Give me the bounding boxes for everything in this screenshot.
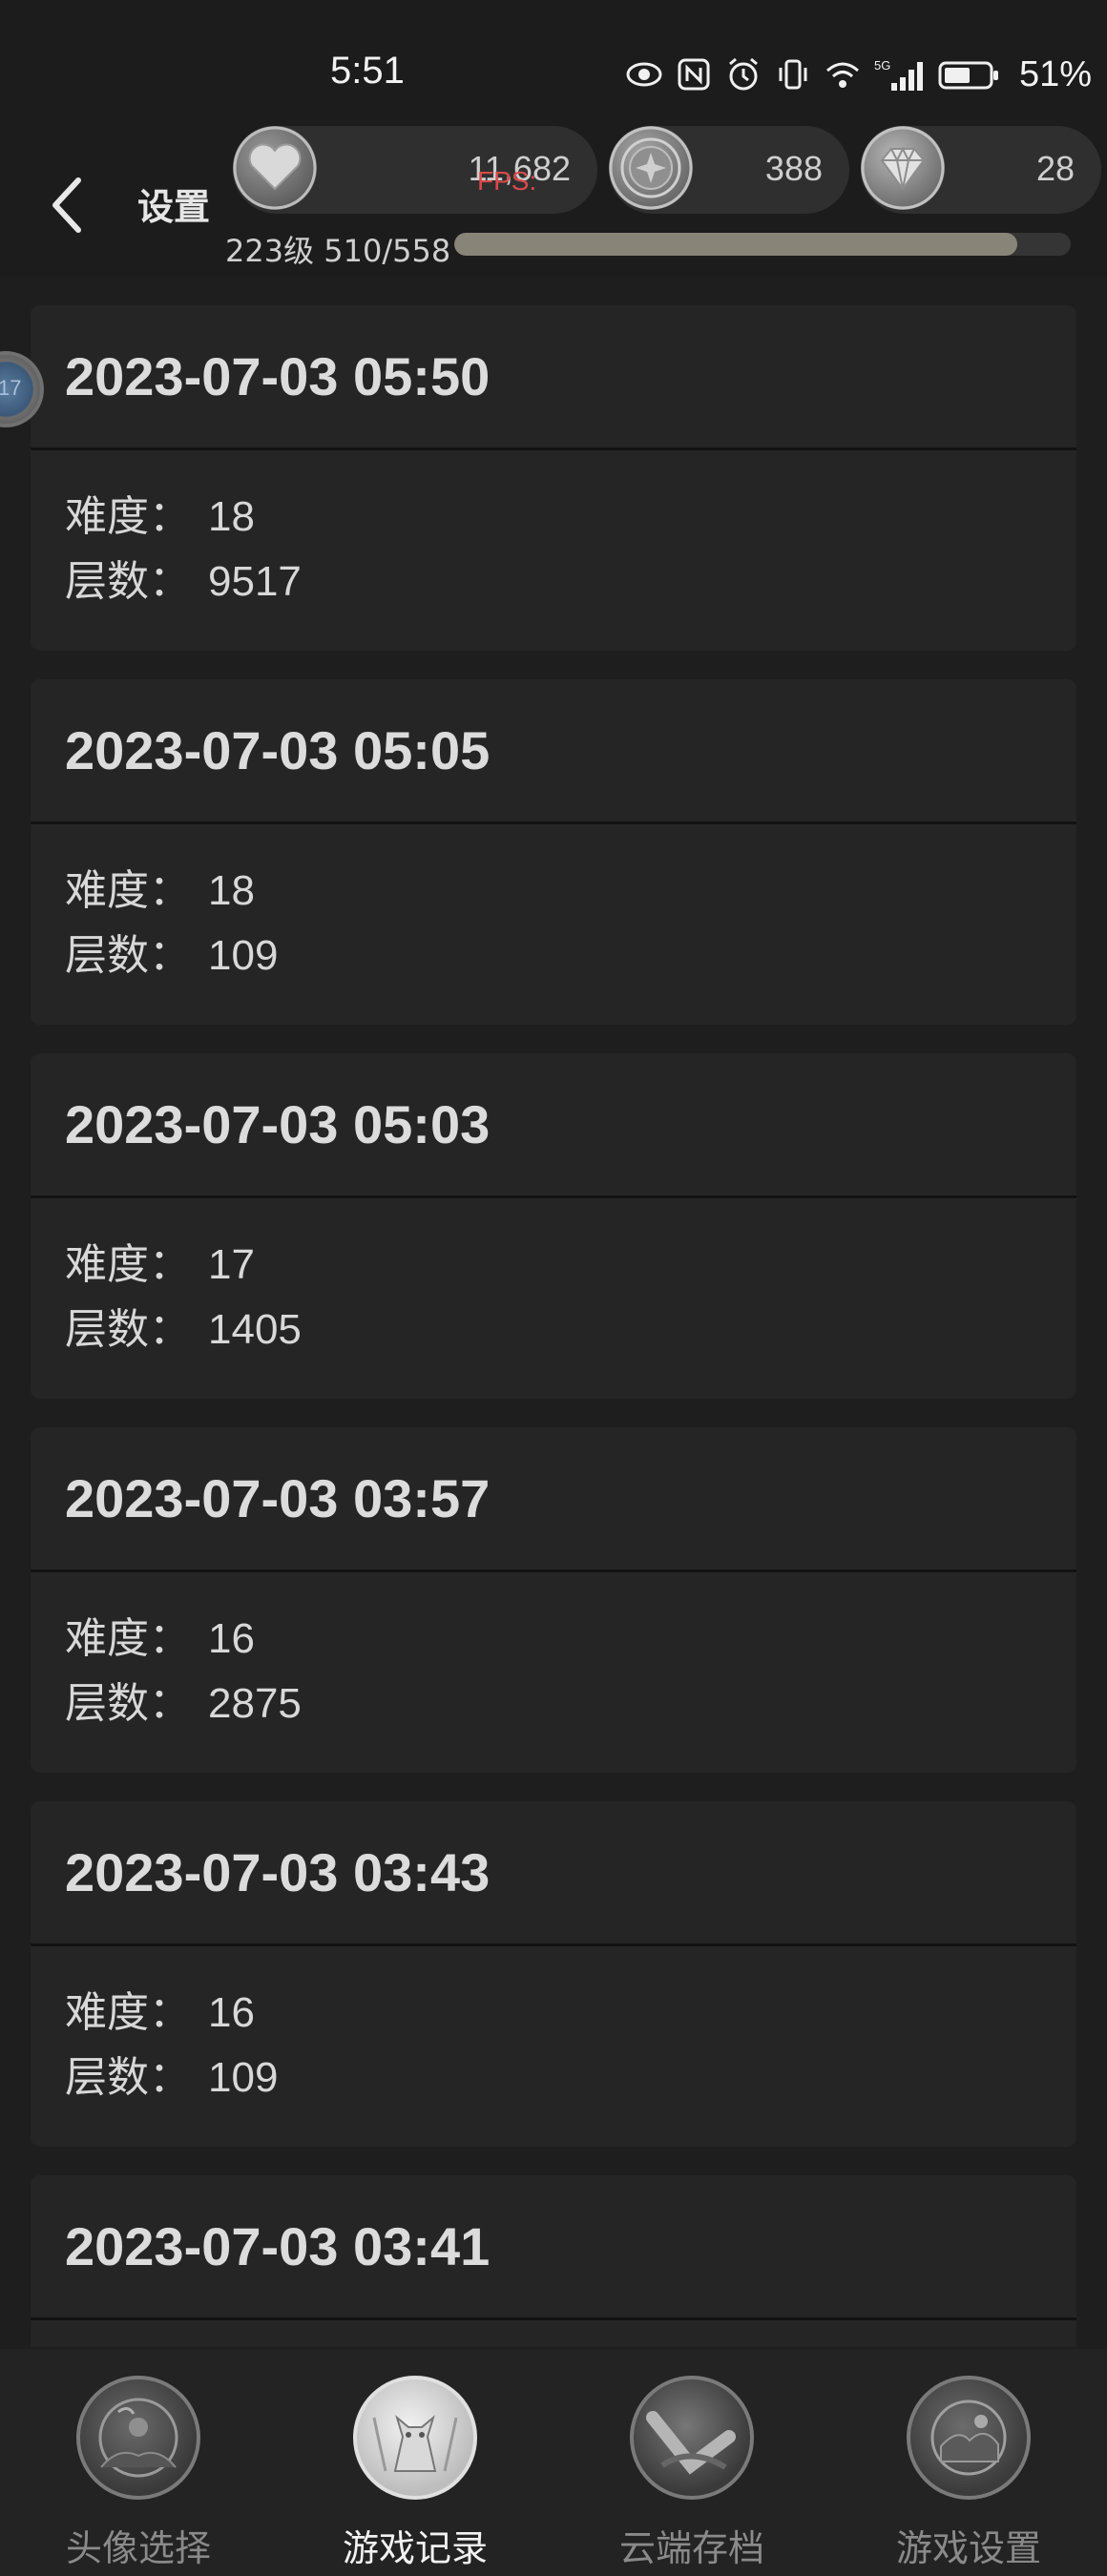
nav-label: 游戏设置 [895,2527,1041,2569]
record-datetime: 2023-07-03 05:03 [31,1053,1076,1198]
floors-value: 109 [208,932,279,979]
nav-cloud-save[interactable]: 云端存档 [554,2349,830,2576]
chevron-left-icon [52,177,81,233]
floors-label: 层数： [65,1679,191,1728]
record-body: 难度： 18 层数： 9517 [31,450,1076,651]
difficulty-label: 难度： [65,1240,191,1289]
game-record-icon [353,2376,477,2500]
record-body [31,2320,1076,2347]
difficulty-value: 16 [208,1615,255,1662]
record-difficulty: 难度： 16 [65,1607,1076,1672]
floors-label: 层数： [65,557,191,606]
floating-avatar-level: 17 [0,376,22,400]
back-button[interactable] [38,167,95,243]
record-card[interactable]: 2023-07-03 05:05 难度： 18 层数： 109 [31,679,1076,1025]
header: 设置 11,682 FPS: 388 28 223级 510/558 [0,114,1107,277]
floors-value: 9517 [208,558,302,605]
floors-value: 1405 [208,1306,302,1353]
record-body: 难度： 17 层数： 1405 [31,1198,1076,1399]
status-icons: 5G 51% [626,53,1092,95]
coin-icon [609,126,693,210]
record-card[interactable]: 2023-07-03 03:41 [31,2175,1076,2347]
record-difficulty: 难度： 18 [65,859,1076,924]
record-card[interactable]: 2023-07-03 03:57 难度： 16 层数： 2875 [31,1427,1076,1773]
record-floors: 层数： 109 [65,924,1076,988]
diamond-counter[interactable]: 28 [861,126,1101,214]
fps-overlay: FPS: [477,166,537,196]
nav-label: 游戏记录 [342,2527,488,2569]
difficulty-value: 18 [208,867,255,914]
record-body: 难度： 18 层数： 109 [31,824,1076,1025]
floors-label: 层数： [65,2053,191,2102]
record-datetime: 2023-07-03 05:50 [31,305,1076,450]
record-datetime: 2023-07-03 03:43 [31,1801,1076,1946]
coin-counter[interactable]: 388 [609,126,849,214]
record-datetime: 2023-07-03 05:05 [31,679,1076,824]
floors-label: 层数： [65,1305,191,1354]
eye-icon [626,56,662,93]
record-floors: 层数： 2875 [65,1672,1076,1736]
record-body: 难度： 16 层数： 2875 [31,1572,1076,1773]
difficulty-value: 16 [208,1989,255,2036]
record-difficulty: 难度： 16 [65,1981,1076,2046]
diamond-icon [861,126,945,210]
status-time: 5:51 [330,50,405,92]
game-record-list[interactable]: 2023-07-03 05:50 难度： 18 层数： 9517 2023-07-0… [0,277,1107,2347]
page-title: 设置 [137,186,211,228]
record-floors: 层数： 9517 [65,550,1076,614]
app-root: 5:51 5G 51% 设置 11,682 FPS: 388 28 223级 5… [0,0,1107,2576]
wifi-icon [825,56,861,93]
heart-counter[interactable]: 11,682 FPS: [233,126,597,214]
coin-value: 388 [764,149,823,188]
level-text: 223级 510/558 [225,233,451,269]
diamond-value: 28 [1035,149,1075,188]
xp-progress-bar [454,233,1071,256]
nav-game-settings[interactable]: 游戏设置 [830,2349,1107,2576]
alarm-icon [725,56,762,93]
record-floors: 层数： 1405 [65,1298,1076,1362]
floors-label: 层数： [65,931,191,980]
record-difficulty: 难度： 17 [65,1233,1076,1298]
nav-label: 头像选择 [65,2527,211,2569]
record-card[interactable]: 2023-07-03 05:50 难度： 18 层数： 9517 [31,305,1076,651]
game-settings-icon [907,2376,1031,2500]
signal-5g-icon: 5G [874,56,924,93]
difficulty-label: 难度： [65,1614,191,1663]
cloud-save-icon [630,2376,754,2500]
nfc-icon [676,56,712,93]
difficulty-value: 18 [208,493,255,540]
network-type-label: 5G [874,58,890,73]
bottom-nav: 头像选择 游戏记录 云端存档 游戏设置 [0,2349,1107,2576]
nav-avatar-select[interactable]: 头像选择 [0,2349,277,2576]
difficulty-label: 难度： [65,492,191,541]
record-floors: 层数： 109 [65,2046,1076,2110]
record-card[interactable]: 2023-07-03 05:03 难度： 17 层数： 1405 [31,1053,1076,1399]
nav-game-record[interactable]: 游戏记录 [277,2349,554,2576]
status-bar: 5:51 5G 51% [0,0,1107,124]
record-body: 难度： 16 层数： 109 [31,1946,1076,2147]
record-datetime: 2023-07-03 03:57 [31,1427,1076,1572]
difficulty-label: 难度： [65,866,191,915]
record-datetime: 2023-07-03 03:41 [31,2175,1076,2320]
record-card[interactable]: 2023-07-03 03:43 难度： 16 层数： 109 [31,1801,1076,2147]
floors-value: 109 [208,2054,279,2101]
difficulty-label: 难度： [65,1988,191,2037]
battery-percent: 51% [1019,53,1093,94]
battery-icon [937,56,1000,93]
record-difficulty: 难度： 18 [65,485,1076,550]
nav-label: 云端存档 [618,2527,764,2569]
difficulty-value: 17 [208,1241,255,1288]
avatar-select-icon [76,2376,200,2500]
floors-value: 2875 [208,1680,302,1727]
heart-icon [233,126,317,210]
xp-progress-fill [454,233,1018,256]
vibrate-icon [775,56,811,93]
